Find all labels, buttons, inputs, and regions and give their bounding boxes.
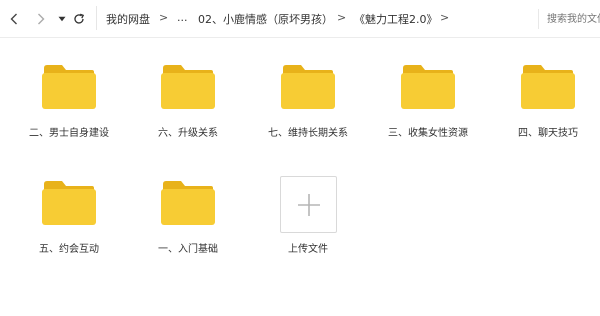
folder-label: 三、收集女性资源 <box>388 128 468 139</box>
back-button[interactable] <box>6 9 22 29</box>
folder-label: 七、维持长期关系 <box>268 128 348 139</box>
folder-item[interactable]: 五、约会互动 <box>14 180 124 275</box>
folder-item[interactable]: 四、聊天技巧 <box>493 64 600 159</box>
breadcrumb-separator: > <box>159 11 169 24</box>
forward-button[interactable] <box>34 9 48 29</box>
history-dropdown-button[interactable] <box>57 9 67 29</box>
folder-item[interactable]: 三、收集女性资源 <box>373 64 483 159</box>
breadcrumb-folder-meili[interactable]: 《魅力工程2.0》 <box>354 11 438 27</box>
folder-label: 一、入门基础 <box>158 244 218 255</box>
folder-label: 二、男士自身建设 <box>29 128 109 139</box>
breadcrumb-separator: > <box>440 11 450 24</box>
toolbar: 我的网盘 > ... 02、小鹿情感（原坏男孩） > 《魅力工程2.0》 > <box>0 0 600 38</box>
breadcrumb-root[interactable]: 我的网盘 <box>106 11 150 27</box>
breadcrumb-separator: > <box>337 11 347 24</box>
upload-button[interactable] <box>280 176 337 233</box>
folder-label: 六、升级关系 <box>158 128 218 139</box>
folder-item[interactable]: 六、升级关系 <box>133 64 243 159</box>
folder-icon <box>161 181 215 225</box>
breadcrumb-folder-xiaolu[interactable]: 02、小鹿情感（原坏男孩） <box>198 11 333 27</box>
folder-icon <box>401 65 455 109</box>
folder-icon <box>161 65 215 109</box>
folder-icon <box>42 181 96 225</box>
refresh-icon <box>74 13 85 24</box>
chevron-left-icon <box>10 13 17 25</box>
caret-down-icon <box>58 16 66 22</box>
folder-icon <box>281 65 335 109</box>
search-input[interactable] <box>538 9 600 29</box>
upload-file-item[interactable]: 上传文件 <box>253 176 363 272</box>
folder-icon <box>521 65 575 109</box>
refresh-button[interactable] <box>72 9 86 29</box>
plus-icon <box>297 193 320 216</box>
chevron-right-icon <box>38 13 45 25</box>
folder-item[interactable]: 七、维持长期关系 <box>253 64 363 159</box>
toolbar-divider <box>96 6 97 30</box>
folder-item[interactable]: 一、入门基础 <box>133 180 243 275</box>
folder-icon <box>42 65 96 109</box>
folder-item[interactable]: 二、男士自身建设 <box>14 64 124 159</box>
folder-label: 五、约会互动 <box>39 244 99 255</box>
breadcrumb-ellipsis[interactable]: ... <box>177 11 188 24</box>
upload-label: 上传文件 <box>288 244 328 255</box>
folder-label: 四、聊天技巧 <box>518 128 578 139</box>
